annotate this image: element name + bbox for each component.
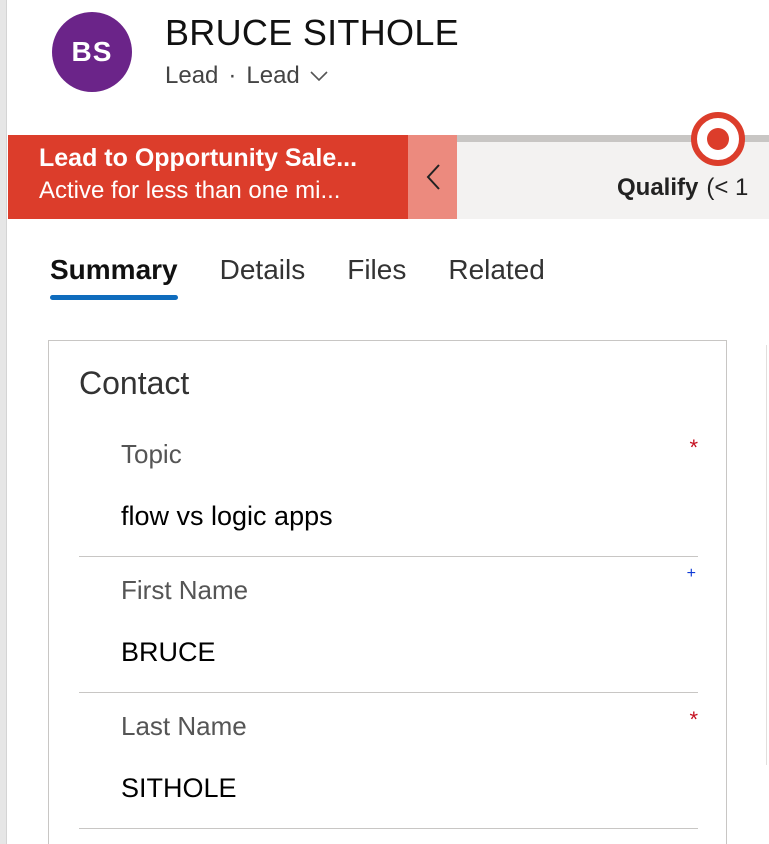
lead-form-window: BS BRUCE SITHOLE Lead · Lead Lead to Opp… bbox=[0, 0, 769, 844]
chevron-left-icon bbox=[426, 164, 440, 190]
recommended-indicator: + bbox=[686, 565, 696, 582]
stage-target-icon[interactable] bbox=[690, 111, 746, 167]
last-name-input[interactable]: SITHOLE bbox=[121, 773, 237, 804]
tab-files[interactable]: Files bbox=[347, 254, 406, 300]
page-title: BRUCE SITHOLE bbox=[165, 12, 459, 53]
contact-section: Contact Topic * flow vs logic apps First… bbox=[48, 340, 727, 844]
entity-name: Lead bbox=[165, 62, 219, 89]
first-name-input[interactable]: BRUCE bbox=[121, 637, 216, 668]
form-selector[interactable]: Lead bbox=[246, 62, 328, 90]
field-first-name[interactable]: First Name + BRUCE bbox=[79, 557, 698, 693]
topic-input[interactable]: flow vs logic apps bbox=[121, 501, 333, 532]
form-tabs: Summary Details Files Related bbox=[50, 254, 587, 300]
field-topic[interactable]: Topic * flow vs logic apps bbox=[79, 421, 698, 557]
separator: · bbox=[228, 62, 237, 89]
avatar: BS bbox=[52, 12, 132, 92]
section-title: Contact bbox=[79, 365, 190, 401]
required-indicator: * bbox=[689, 707, 698, 732]
stage-qualify-label: Qualify bbox=[617, 174, 699, 201]
field-label: Topic bbox=[121, 439, 182, 469]
record-subtitle: Lead · Lead bbox=[165, 62, 328, 90]
tab-details[interactable]: Details bbox=[220, 254, 306, 300]
column-divider bbox=[766, 345, 767, 765]
active-process-stage[interactable]: Lead to Opportunity Sale... Active for l… bbox=[8, 135, 408, 219]
field-label: First Name bbox=[121, 575, 249, 605]
tab-summary[interactable]: Summary bbox=[50, 254, 178, 300]
field-last-name[interactable]: Last Name * SITHOLE bbox=[79, 693, 698, 829]
form-selector-label: Lead bbox=[246, 62, 300, 89]
business-process-flow: Lead to Opportunity Sale... Active for l… bbox=[8, 112, 769, 219]
process-duration: Active for less than one mi... bbox=[39, 177, 341, 204]
process-name: Lead to Opportunity Sale... bbox=[39, 144, 358, 172]
left-rail bbox=[0, 0, 7, 844]
tab-related[interactable]: Related bbox=[448, 254, 545, 300]
stage-qualify-duration: (< 1 bbox=[706, 174, 749, 201]
chevron-down-icon bbox=[310, 71, 328, 82]
stage-qualify[interactable]: Qualify (< 1 bbox=[617, 174, 748, 202]
process-collapse-button[interactable] bbox=[408, 135, 457, 219]
required-indicator: * bbox=[689, 435, 698, 460]
field-label: Last Name bbox=[121, 711, 247, 741]
